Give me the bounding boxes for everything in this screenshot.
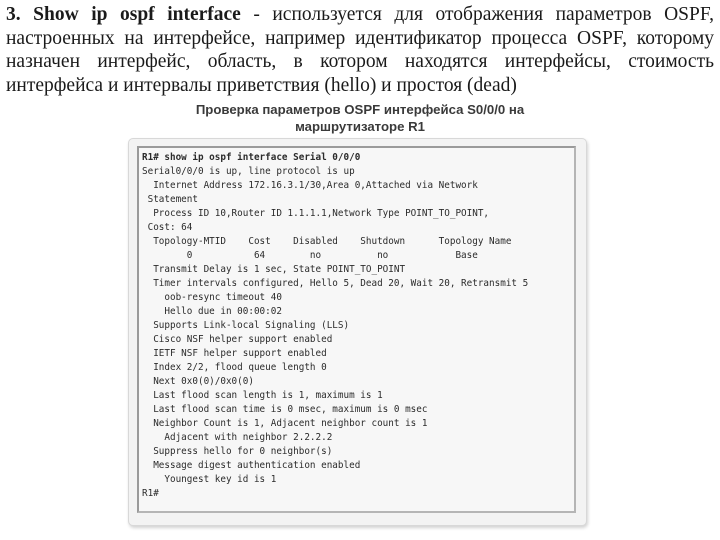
terminal-line: Last flood scan length is 1, maximum is … [142, 390, 383, 401]
terminal-line: oob-resync timeout 40 [142, 292, 282, 303]
terminal-table-header: Topology-MTID Cost Disabled Shutdown Top… [142, 236, 512, 247]
figure-caption-line-1: Проверка параметров OSPF интерфейса S0/0… [195, 102, 525, 117]
figure-caption-line-2: маршрутизаторе R1 [295, 119, 425, 134]
terminal-line: Adjacent with neighbor 2.2.2.2 [142, 432, 333, 443]
terminal-line: Statement [142, 194, 198, 205]
terminal-line: Hello due in 00:00:02 [142, 306, 282, 317]
terminal-line: Suppress hello for 0 neighbor(s) [142, 446, 333, 457]
terminal-output: R1# show ip ospf interface Serial 0/0/0 S… [137, 146, 576, 513]
terminal-table-row: 0 64 no no Base [142, 250, 478, 261]
intro-paragraph: 3. Show ip ospf interface - используется… [6, 3, 714, 97]
terminal-line: Serial0/0/0 is up, line protocol is up [142, 166, 355, 177]
terminal-line: Internet Address 172.16.3.1/30,Area 0,At… [142, 180, 478, 191]
terminal-line: Next 0x0(0)/0x0(0) [142, 376, 254, 387]
terminal-line: Neighbor Count is 1, Adjacent neighbor c… [142, 418, 428, 429]
terminal-line: Message digest authentication enabled [142, 460, 361, 471]
intro-command: Show ip ospf interface [33, 4, 241, 25]
terminal-line: Youngest key id is 1 [142, 474, 277, 485]
terminal-line: Process ID 10,Router ID 1.1.1.1,Network … [142, 208, 490, 219]
terminal-text: R1# show ip ospf interface Serial 0/0/0 S… [142, 151, 528, 501]
terminal-line: Cisco NSF helper support enabled [142, 334, 333, 345]
intro-separator: - [240, 4, 273, 25]
figure-caption: Проверка параметров OSPF интерфейса S0/0… [140, 101, 580, 135]
terminal-line: Cost: 64 [142, 222, 193, 233]
terminal-line: Timer intervals configured, Hello 5, Dea… [142, 278, 529, 289]
terminal-line: Supports Link-local Signaling (LLS) [142, 320, 350, 331]
terminal-line: Last flood scan time is 0 msec, maximum … [142, 404, 428, 415]
intro-number: 3. [6, 4, 21, 25]
terminal-command-line: R1# show ip ospf interface Serial 0/0/0 [142, 152, 361, 163]
terminal-line: Index 2/2, flood queue length 0 [142, 362, 327, 373]
terminal-line: Transmit Delay is 1 sec, State POINT_TO_… [142, 264, 406, 275]
terminal-line: IETF NSF helper support enabled [142, 348, 327, 359]
terminal-prompt: R1# [142, 488, 159, 499]
